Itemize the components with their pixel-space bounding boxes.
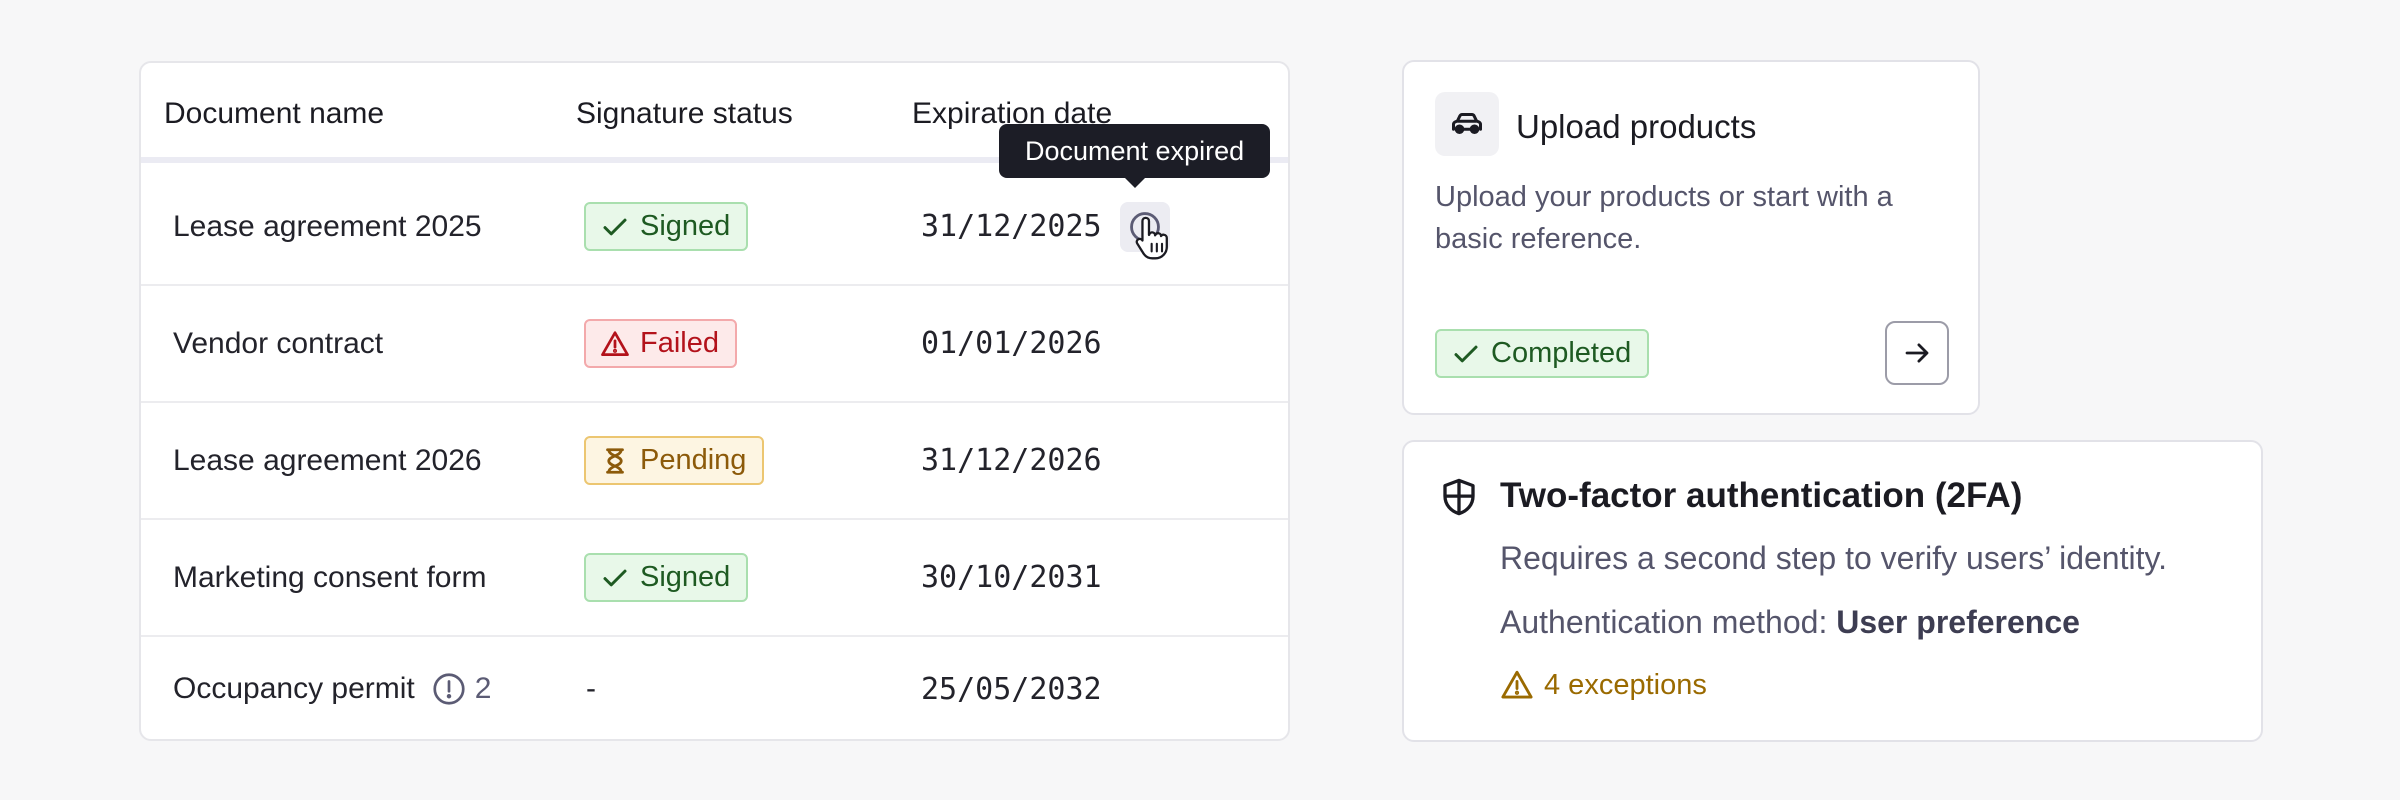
expiration-date: 31/12/2026 — [921, 443, 1102, 478]
hourglass-icon — [606, 447, 624, 474]
warning-triangle-icon — [1501, 670, 1533, 699]
car-icon — [1452, 113, 1482, 135]
check-icon — [1454, 345, 1478, 362]
table-row[interactable]: Lease agreement 2025 Signed 31/12/2025 — [141, 169, 1288, 286]
upload-card-title: Upload products — [1516, 108, 1757, 145]
tfa-method: Authentication method: User preference — [1500, 604, 2080, 641]
status-badge-signed: Signed — [584, 553, 749, 602]
alert-circle-icon — [433, 673, 465, 705]
column-header-name[interactable]: Document name — [164, 97, 384, 131]
status-badge-pending: Pending — [584, 436, 765, 485]
table-row[interactable]: Marketing consent form Signed 30/10/2031 — [141, 520, 1288, 637]
document-name: Occupancy permit — [173, 672, 415, 705]
arrow-right-icon — [1905, 343, 1929, 363]
signature-status-empty: - — [586, 672, 596, 705]
two-factor-auth-card: Two-factor authentication (2FA) Requires… — [1402, 440, 2263, 742]
table-row[interactable]: Vendor contract Failed 01/01/2026 — [141, 286, 1288, 403]
table-row[interactable]: Lease agreement 2026 Pending 31/12/2026 — [141, 403, 1288, 520]
tooltip-document-expired: Document expired — [999, 124, 1271, 188]
document-name: Vendor contract — [173, 326, 384, 360]
status-badge-signed: Signed — [584, 202, 749, 251]
table-row[interactable]: Occupancy permit 2 - 25/05/2032 — [141, 637, 1288, 741]
document-name: Marketing consent form — [173, 560, 487, 594]
open-upload-button[interactable] — [1885, 321, 1949, 385]
column-header-status[interactable]: Signature status — [576, 97, 793, 131]
tfa-card-title: Two-factor authentication (2FA) — [1500, 476, 2023, 515]
tfa-exceptions-link[interactable]: 4 exceptions — [1500, 668, 1707, 702]
check-icon — [603, 218, 627, 235]
status-badge-failed: Failed — [584, 319, 737, 368]
expiration-date: 30/10/2031 — [921, 560, 1102, 595]
tfa-card-description: Requires a second step to verify users’ … — [1500, 540, 2167, 576]
upload-card-icon-box — [1435, 92, 1499, 156]
tfa-method-label: Authentication method: — [1500, 604, 1828, 640]
issue-count[interactable]: 2 — [431, 671, 491, 707]
status-badge-completed: Completed — [1435, 329, 1650, 378]
document-name: Lease agreement 2025 — [173, 209, 482, 243]
document-name: Lease agreement 2026 — [173, 443, 482, 477]
check-icon — [603, 569, 627, 586]
expiration-date: 31/12/2025 — [921, 209, 1102, 244]
expiration-date: 25/05/2032 — [921, 671, 1102, 707]
shield-icon — [1443, 478, 1475, 516]
expiration-date: 01/01/2026 — [921, 326, 1102, 361]
hand-pointer-cursor-icon — [1135, 216, 1168, 260]
upload-products-card: Upload products Upload your products or … — [1402, 60, 1980, 415]
tfa-method-value: User preference — [1836, 604, 2080, 640]
warning-triangle-icon — [601, 330, 629, 356]
upload-card-description: Upload your products or start with a bas… — [1435, 181, 1893, 255]
